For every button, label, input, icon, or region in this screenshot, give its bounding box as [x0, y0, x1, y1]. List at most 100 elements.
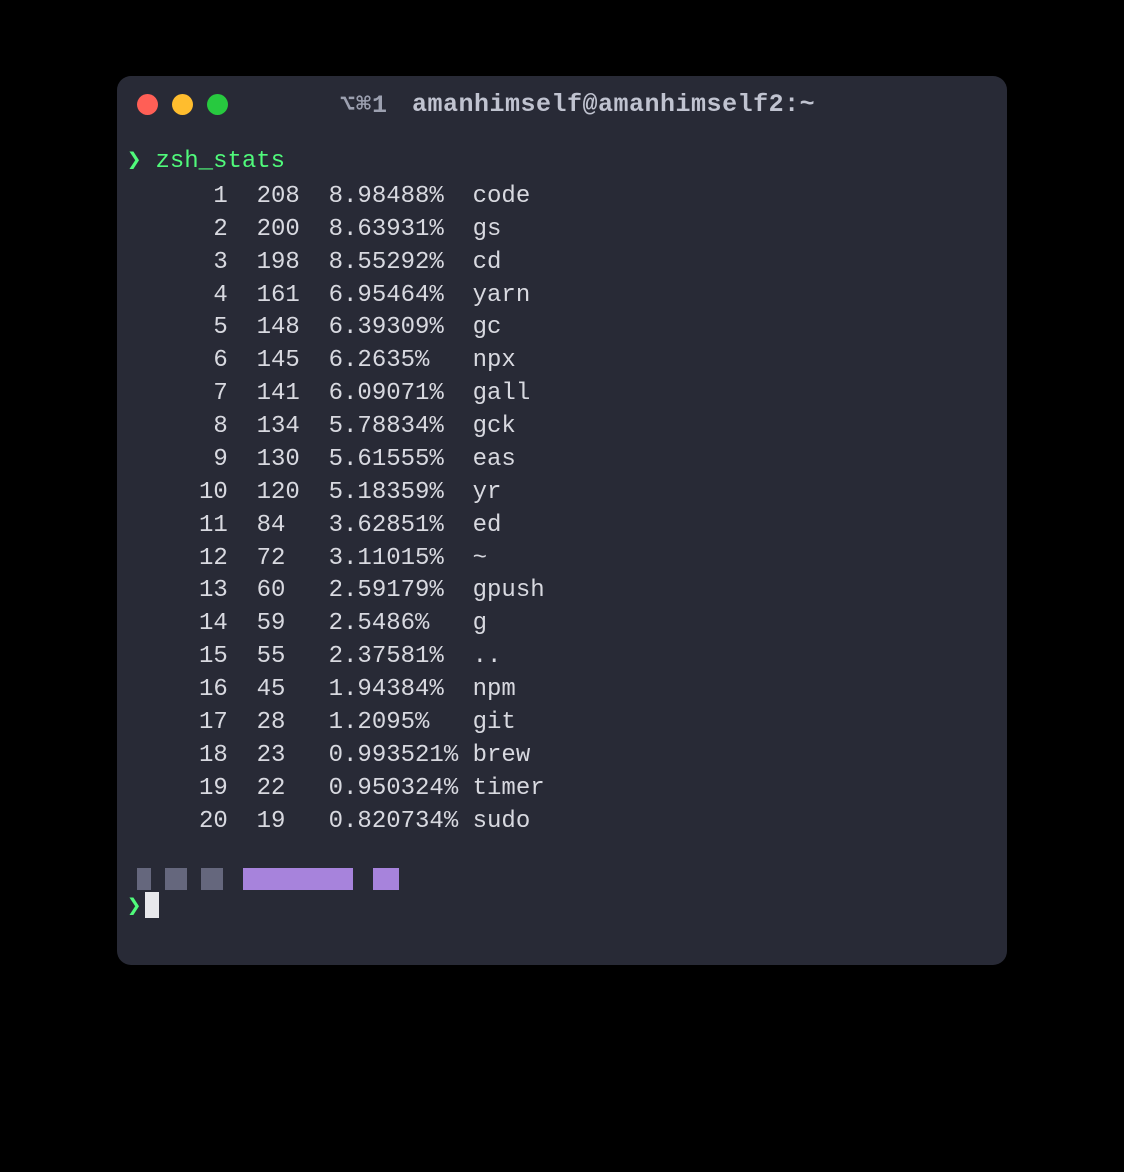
stat-row: 2200 8.63931% gs	[127, 214, 997, 247]
stat-command: eas	[473, 444, 516, 477]
stat-row: 4161 6.95464% yarn	[127, 280, 997, 313]
stat-command: gs	[473, 214, 502, 247]
command-text: zsh_stats	[155, 146, 285, 179]
stat-row: 17 28 1.2095% git	[127, 707, 997, 740]
title-center: ⌥⌘1 amanhimself@amanhimself2:~	[238, 89, 917, 120]
stat-command: gc	[473, 312, 502, 345]
stat-percent: 0.950324%	[329, 773, 473, 806]
stat-count: 28	[257, 707, 329, 740]
stat-percent: 5.18359%	[329, 477, 473, 510]
close-icon[interactable]	[137, 94, 158, 115]
stat-rank: 4	[127, 280, 228, 313]
stat-row: 5148 6.39309% gc	[127, 312, 997, 345]
stat-row: 1 208 8.98488% code	[127, 181, 997, 214]
stat-percent: 2.37581%	[329, 641, 473, 674]
stat-command: g	[473, 608, 487, 641]
stat-count: 23	[257, 740, 329, 773]
stat-count: 84	[257, 510, 329, 543]
stats-output: 1208 8.98488% code 2200 8.63931% gs 3198…	[127, 181, 997, 839]
stat-count: 55	[257, 641, 329, 674]
stat-percent: 2.59179%	[329, 575, 473, 608]
stat-command: yr	[473, 477, 502, 510]
stat-count: 148	[257, 312, 329, 345]
stat-rank: 11	[127, 510, 228, 543]
stat-count: 60	[257, 575, 329, 608]
stat-row: 1555 2.37581% ..	[127, 641, 997, 674]
title-bar: ⌥⌘1 amanhimself@amanhimself2:~	[117, 76, 1007, 132]
stat-count: 45	[257, 674, 329, 707]
stat-rank: 20	[127, 806, 228, 839]
stat-rank: 8	[127, 411, 228, 444]
stat-percent: 5.78834%	[329, 411, 473, 444]
stat-count: 130	[257, 444, 329, 477]
stat-percent: 1.2095%	[329, 707, 473, 740]
window-title: amanhimself@amanhimself2:~	[412, 90, 815, 119]
stat-rank: 13	[127, 575, 228, 608]
stat-percent: 8.98488%	[329, 181, 473, 214]
stat-command: brew	[473, 740, 531, 773]
active-prompt-line[interactable]: ❯	[127, 892, 997, 925]
cursor-icon	[145, 892, 159, 918]
stat-rank: 9	[127, 444, 228, 477]
stat-count: 19	[257, 806, 329, 839]
stat-percent: 3.62851%	[329, 510, 473, 543]
stat-command: npx	[473, 345, 516, 378]
prompt-arrow-icon: ❯	[127, 146, 141, 179]
stat-row: 3198 8.55292% cd	[127, 247, 997, 280]
stat-row: 10 120 5.18359% yr	[127, 477, 997, 510]
minimize-icon[interactable]	[172, 94, 193, 115]
stat-row: 11 84 3.62851% ed	[127, 510, 997, 543]
stat-percent: 5.61555%	[329, 444, 473, 477]
stat-command: cd	[473, 247, 502, 280]
stat-command: gpush	[473, 575, 545, 608]
stat-count: 141	[257, 378, 329, 411]
terminal-window: ⌥⌘1 amanhimself@amanhimself2:~ ❯ zsh_stat…	[117, 76, 1007, 965]
stat-rank: 10	[127, 477, 228, 510]
stat-command: gck	[473, 411, 516, 444]
maximize-icon[interactable]	[207, 94, 228, 115]
stat-command: yarn	[473, 280, 531, 313]
stat-rank: 17	[127, 707, 228, 740]
stat-command: timer	[473, 773, 545, 806]
stat-rank: 2	[127, 214, 228, 247]
stat-command: code	[473, 181, 531, 214]
prompt-arrow-icon: ❯	[127, 892, 141, 925]
stat-count: 198	[257, 247, 329, 280]
stat-count: 59	[257, 608, 329, 641]
stat-command: ..	[473, 641, 502, 674]
stat-count: 72	[257, 543, 329, 576]
stat-count: 120	[257, 477, 329, 510]
stat-row: 9 130 5.61555% eas	[127, 444, 997, 477]
stat-percent: 0.993521%	[329, 740, 473, 773]
stat-command: gall	[473, 378, 531, 411]
stat-count: 134	[257, 411, 329, 444]
stat-row: 13 60 2.59179% gpush	[127, 575, 997, 608]
stat-row: 1922 0.950324% timer	[127, 773, 997, 806]
terminal-body[interactable]: ❯zsh_stats 1208 8.98488% code 2200 8.639…	[117, 132, 1007, 965]
stat-row: 1459 2.5486% g	[127, 608, 997, 641]
stat-rank: 14	[127, 608, 228, 641]
stat-command: npm	[473, 674, 516, 707]
stat-percent: 1.94384%	[329, 674, 473, 707]
stat-command: sudo	[473, 806, 531, 839]
stat-count: 22	[257, 773, 329, 806]
stat-rank: 18	[127, 740, 228, 773]
stat-percent: 3.11015%	[329, 543, 473, 576]
stat-count: 161	[257, 280, 329, 313]
stat-count: 200	[257, 214, 329, 247]
stat-row: 20 19 0.820734% sudo	[127, 806, 997, 839]
stat-count: 208	[257, 181, 329, 214]
stat-percent: 8.55292%	[329, 247, 473, 280]
stat-rank: 1	[127, 181, 228, 214]
obscured-prompt-line	[127, 866, 997, 892]
stat-percent: 6.09071%	[329, 378, 473, 411]
stat-row: 7141 6.09071% gall	[127, 378, 997, 411]
stat-percent: 0.820734%	[329, 806, 473, 839]
stat-command: ed	[473, 510, 502, 543]
stat-rank: 6	[127, 345, 228, 378]
stat-rank: 12	[127, 543, 228, 576]
stat-command: git	[473, 707, 516, 740]
stat-rank: 16	[127, 674, 228, 707]
stat-command: ~	[473, 543, 487, 576]
stat-row: 6145 6.2635% npx	[127, 345, 997, 378]
